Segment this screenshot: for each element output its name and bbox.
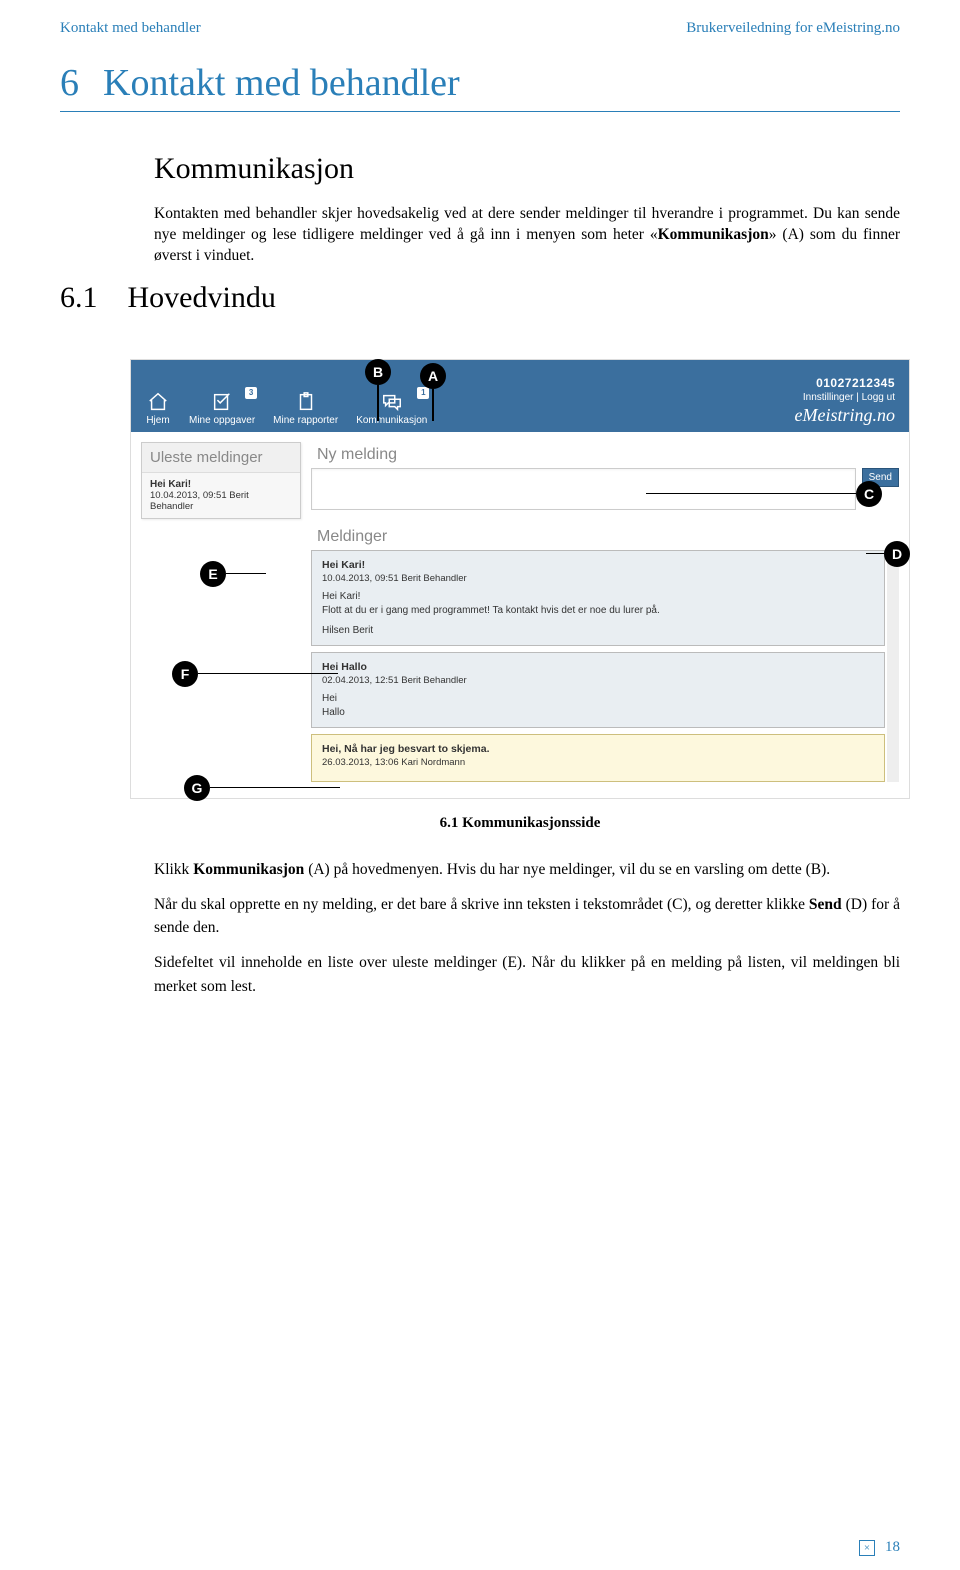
callout-e: E bbox=[200, 561, 226, 587]
message-greet: Hei Kari! bbox=[322, 590, 874, 604]
main-nav: Hjem 3 Mine oppgaver Mine rapporter 1 bbox=[145, 391, 427, 426]
running-header: Kontakt med behandler Brukerveiledning f… bbox=[60, 20, 900, 37]
nav-rapporter-label: Mine rapporter bbox=[273, 415, 338, 426]
page-footer: × 18 bbox=[859, 1539, 900, 1556]
message-subject: Hei, Nå har jeg besvart to skjema. bbox=[322, 742, 874, 757]
brand-e: e bbox=[795, 405, 803, 425]
nav-oppgaver[interactable]: 3 Mine oppgaver bbox=[189, 391, 255, 426]
nav-kommunikasjon[interactable]: 1 Kommunikasjon bbox=[356, 391, 427, 426]
section-kommunikasjon: Kommunikasjon bbox=[154, 152, 900, 186]
header-left: Kontakt med behandler bbox=[60, 20, 201, 37]
p1-a: Klikk bbox=[154, 861, 193, 878]
intro-bold: Kommunikasjon bbox=[658, 226, 769, 243]
message-card-reply[interactable]: Hei, Nå har jeg besvart to skjema. 26.03… bbox=[311, 734, 885, 782]
callout-b: B bbox=[365, 359, 391, 385]
nav-hjem[interactable]: Hjem bbox=[145, 391, 171, 426]
chat-icon bbox=[379, 391, 405, 413]
ny-melding-title: Ny melding bbox=[311, 442, 899, 468]
callout-a: A bbox=[420, 363, 446, 389]
subsection-title: Hovedvindu bbox=[128, 281, 276, 315]
body-p1: Klikk Kommunikasjon (A) på hovedmenyen. … bbox=[154, 858, 900, 881]
p2-bold: Send bbox=[809, 896, 842, 913]
unread-subject: Hei Kari! bbox=[150, 479, 191, 490]
header-links: Innstillinger | Logg ut bbox=[795, 392, 896, 403]
screenshot-figure: A B C D E F G Hjem 3 Mine oppgaver bbox=[130, 359, 910, 832]
message-greet: Hei bbox=[322, 692, 874, 706]
page-number: 18 bbox=[885, 1539, 900, 1556]
message-card[interactable]: Hei Kari! 10.04.2013, 09:51 Berit Behand… bbox=[311, 550, 885, 646]
app-screenshot: Hjem 3 Mine oppgaver Mine rapporter 1 bbox=[130, 359, 910, 799]
header-right: Brukerveiledning for eMeistring.no bbox=[686, 20, 900, 37]
badge-kommunikasjon: 1 bbox=[417, 387, 429, 399]
close-box-icon: × bbox=[859, 1540, 875, 1556]
subsection-number: 6.1 bbox=[60, 281, 98, 315]
message-card[interactable]: Hei Hallo 02.04.2013, 12:51 Berit Behand… bbox=[311, 652, 885, 728]
meldinger-panel: Meldinger Hei Kari! 10.04.2013, 09:51 Be… bbox=[311, 524, 899, 782]
home-icon bbox=[145, 391, 171, 413]
separator: | bbox=[853, 392, 861, 403]
unread-meta: 10.04.2013, 09:51 Berit Behandler bbox=[150, 490, 249, 512]
chapter-heading: 6 Kontakt med behandler bbox=[60, 61, 900, 112]
callout-f: F bbox=[172, 661, 198, 687]
p1-c: (A) på hovedmenyen. Hvis du har nye meld… bbox=[304, 861, 830, 878]
clip-icon bbox=[293, 391, 319, 413]
logout-link[interactable]: Logg ut bbox=[862, 392, 895, 403]
intro-paragraph: Kontakten med behandler skjer hovedsakel… bbox=[154, 204, 900, 267]
p2-a: Når du skal opprette en ny melding, er d… bbox=[154, 896, 809, 913]
app-body: Uleste meldinger Hei Kari! 10.04.2013, 0… bbox=[131, 432, 909, 798]
header-right-block: 01027212345 Innstillinger | Logg ut eMei… bbox=[795, 376, 896, 426]
brand-rest: Meistring.no bbox=[803, 405, 896, 425]
body-text: Klikk Kommunikasjon (A) på hovedmenyen. … bbox=[154, 858, 900, 998]
chapter-title: Kontakt med behandler bbox=[103, 61, 460, 105]
meldinger-title: Meldinger bbox=[311, 524, 899, 550]
badge-oppgaver: 3 bbox=[245, 387, 257, 399]
message-meta: 26.03.2013, 13:06 Kari Nordmann bbox=[322, 756, 874, 769]
nav-oppgaver-label: Mine oppgaver bbox=[189, 415, 255, 426]
settings-link[interactable]: Innstillinger bbox=[803, 392, 854, 403]
callout-g: G bbox=[184, 775, 210, 801]
message-list: Hei Kari! 10.04.2013, 09:51 Berit Behand… bbox=[311, 550, 899, 782]
message-textarea[interactable] bbox=[311, 468, 856, 510]
body-p2: Når du skal opprette en ny melding, er d… bbox=[154, 893, 900, 940]
p1-bold: Kommunikasjon bbox=[193, 861, 304, 878]
subsection-heading: 6.1 Hovedvindu bbox=[60, 281, 900, 315]
nav-rapporter[interactable]: Mine rapporter bbox=[273, 391, 338, 426]
nav-kommunikasjon-label: Kommunikasjon bbox=[356, 415, 427, 426]
callout-d: D bbox=[884, 541, 910, 567]
figure-caption: 6.1 Kommunikasjonsside bbox=[130, 815, 910, 832]
nav-hjem-label: Hjem bbox=[146, 415, 169, 426]
body-p3: Sidefeltet vil inneholde en liste over u… bbox=[154, 951, 900, 998]
message-body: Flott at du er i gang med programmet! Ta… bbox=[322, 604, 874, 618]
app-header: Hjem 3 Mine oppgaver Mine rapporter 1 bbox=[131, 360, 909, 432]
chapter-number: 6 bbox=[60, 61, 79, 105]
user-id: 01027212345 bbox=[795, 376, 896, 390]
message-meta: 02.04.2013, 12:51 Berit Behandler bbox=[322, 674, 874, 687]
unread-panel: Uleste meldinger Hei Kari! 10.04.2013, 0… bbox=[141, 442, 301, 519]
message-subject: Hei Kari! bbox=[322, 558, 874, 573]
unread-title: Uleste meldinger bbox=[142, 443, 300, 473]
unread-message-item[interactable]: Hei Kari! 10.04.2013, 09:51 Berit Behand… bbox=[142, 473, 300, 518]
message-meta: 10.04.2013, 09:51 Berit Behandler bbox=[322, 572, 874, 585]
checklist-icon bbox=[209, 391, 235, 413]
callout-c: C bbox=[856, 481, 882, 507]
message-subject: Hei Hallo bbox=[322, 660, 874, 675]
compose-row: Send bbox=[311, 468, 899, 510]
sidebar: Uleste meldinger Hei Kari! 10.04.2013, 0… bbox=[141, 442, 301, 788]
message-body: Hallo bbox=[322, 706, 874, 720]
brand-logo: eMeistring.no bbox=[795, 405, 896, 426]
message-sign: Hilsen Berit bbox=[322, 624, 874, 638]
